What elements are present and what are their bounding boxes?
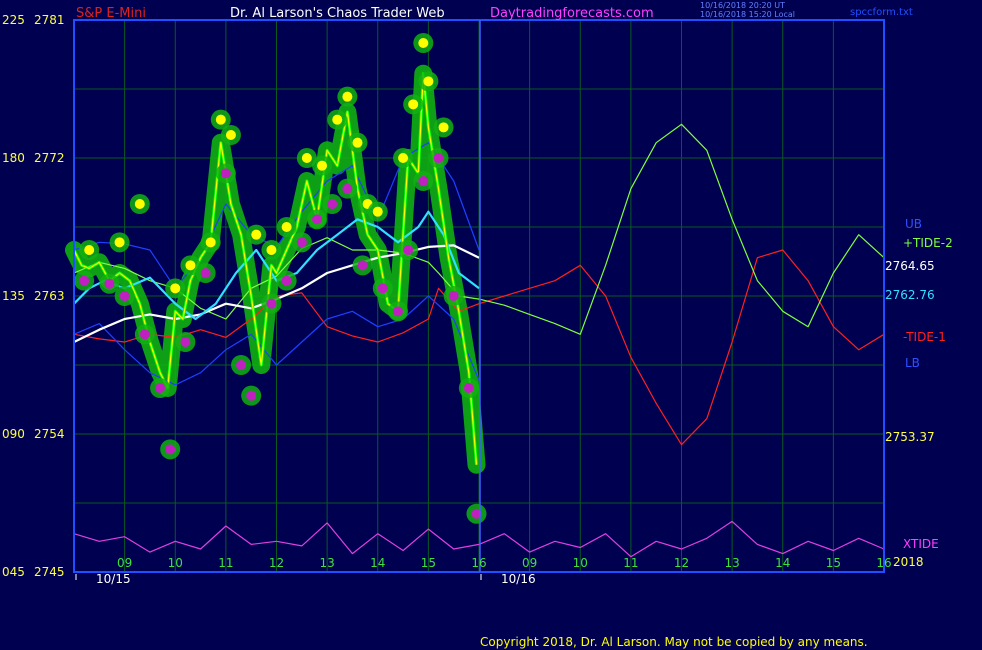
chaos-trader-chart: S&P E-Mini Dr. Al Larson's Chaos Trader … [0, 0, 982, 650]
x-tick-hour: 09 [117, 556, 132, 570]
x-tick-hour: 10 [168, 556, 183, 570]
high-dot [251, 229, 262, 240]
update-ut: 10/16/2018 20:20 UT [700, 1, 785, 10]
ub-label: UB [905, 217, 922, 231]
x-tick-hour: 14 [370, 556, 385, 570]
high-dot [317, 160, 328, 171]
low-dot [296, 237, 307, 248]
y-tick-left: 225 [2, 13, 25, 27]
high-dot [342, 91, 353, 102]
low-dot [119, 291, 130, 301]
high-dot [418, 38, 429, 48]
xtide-label: XTIDE [903, 537, 939, 551]
low-dot [281, 275, 292, 286]
low-dot [357, 260, 368, 271]
low-dot [418, 176, 429, 186]
high-dot [205, 237, 216, 248]
low-dot [403, 245, 414, 255]
y-tick-right: 2745 [34, 565, 65, 579]
low-dot [220, 168, 231, 179]
high-dot [170, 283, 181, 294]
x-tick-hour: 15 [826, 556, 841, 570]
y-tick-left: 045 [2, 565, 25, 579]
x-tick-date: 10/16 [501, 572, 536, 586]
low-dot [377, 283, 388, 294]
low-value: 2753.37 [885, 430, 935, 444]
low-dot [312, 214, 322, 225]
site-link[interactable]: Daytradingforecasts.com [490, 6, 654, 21]
high-dot [438, 122, 449, 133]
ub-value: 2764.65 [885, 259, 935, 273]
y-tick-right: 2763 [34, 289, 65, 303]
copyright: Copyright 2018, Dr. Al Larson. May not b… [480, 635, 868, 649]
tide1-label: -TIDE-1 [903, 330, 946, 344]
symbol-label: S&P E-Mini [76, 6, 146, 21]
low-dot [180, 337, 191, 347]
x-tick-hour: 15 [421, 556, 436, 570]
x-tick-hour: 14 [775, 556, 790, 570]
low-dot [266, 298, 277, 309]
x-tick-hour: 16 [471, 556, 486, 570]
mid-value: 2762.76 [885, 288, 935, 302]
tide2-label: +TIDE-2 [903, 236, 953, 250]
x-tick-hour: 16 [876, 556, 891, 570]
high-dot [225, 130, 236, 140]
low-dot [139, 329, 150, 340]
file-name: spccform.txt [850, 7, 913, 18]
low-dot [165, 444, 176, 455]
high-dot [301, 153, 312, 163]
low-dot [433, 153, 444, 163]
y-tick-right: 2781 [34, 13, 65, 27]
high-dot [84, 245, 95, 255]
high-dot [423, 76, 434, 87]
x-tick-hour: 12 [674, 556, 689, 570]
year-label: 2018 [893, 555, 924, 569]
high-dot [398, 153, 409, 163]
y-tick-left: 135 [2, 289, 25, 303]
high-dot [185, 260, 196, 271]
high-dot [281, 222, 292, 232]
low-dot [200, 268, 211, 278]
low-dot [448, 291, 459, 301]
high-dot [215, 114, 226, 125]
high-dot [408, 99, 419, 110]
x-tick-hour: 11 [623, 556, 638, 570]
low-dot [342, 183, 353, 194]
high-dot [134, 199, 145, 209]
low-dot [246, 390, 257, 401]
high-dot [266, 245, 277, 255]
low-dot [327, 199, 338, 209]
high-dot [372, 206, 383, 217]
x-tick-hour: 10 [573, 556, 588, 570]
x-tick-hour: 13 [319, 556, 334, 570]
update-local: 10/16/2018 15:20 Local [700, 10, 795, 19]
low-dot [393, 306, 403, 317]
x-tick-hour: 11 [218, 556, 233, 570]
x-tick-hour: 12 [269, 556, 284, 570]
low-dot [155, 383, 166, 393]
chart-title: Dr. Al Larson's Chaos Trader Web [230, 6, 445, 21]
y-tick-left: 090 [2, 427, 25, 441]
y-tick-right: 2754 [34, 427, 65, 441]
low-dot [104, 278, 115, 289]
high-dot [114, 237, 125, 248]
high-dot [332, 114, 343, 125]
low-dot [236, 360, 247, 370]
low-dot [79, 275, 90, 286]
y-tick-left: 180 [2, 151, 25, 165]
x-tick-date: 10/15 [96, 572, 131, 586]
x-tick-hour: 13 [724, 556, 739, 570]
low-dot [463, 383, 474, 393]
high-dot [352, 137, 363, 148]
y-tick-right: 2772 [34, 151, 65, 165]
x-tick-hour: 09 [522, 556, 537, 570]
lb-label: LB [905, 356, 920, 370]
